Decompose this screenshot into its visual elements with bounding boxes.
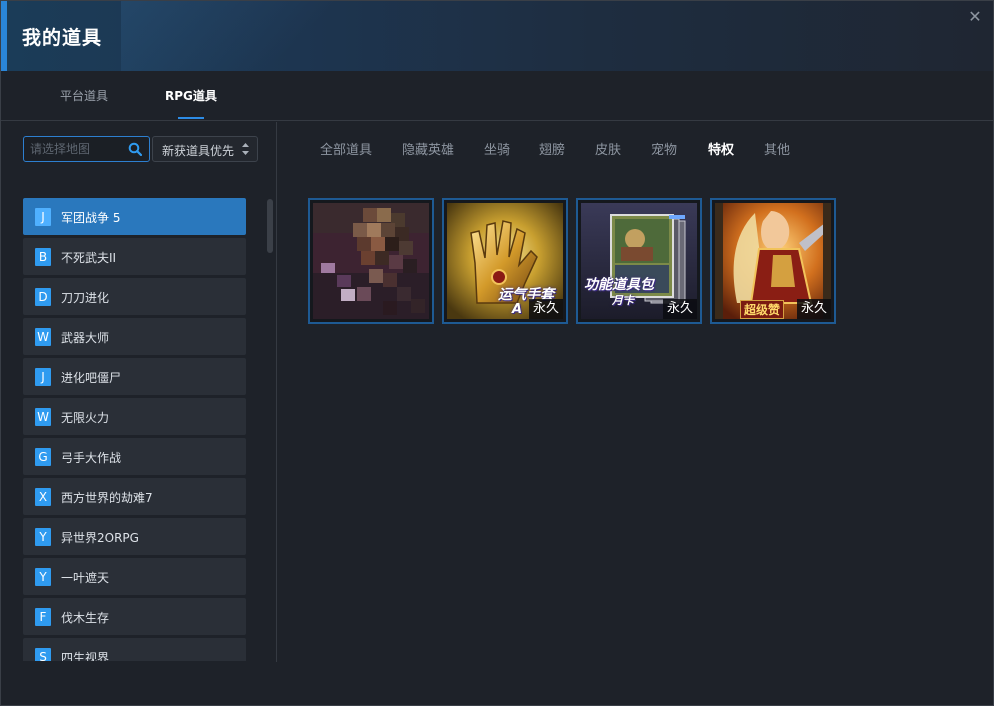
- map-name: 一叶遮天: [61, 571, 110, 585]
- tab-rpg-items[interactable]: RPG道具: [165, 87, 217, 119]
- list-item[interactable]: G 弓手大作战: [23, 438, 246, 475]
- tab-mounts[interactable]: 坐骑: [484, 139, 510, 158]
- item-card[interactable]: 功能道具包 月卡 永久: [576, 198, 702, 324]
- list-item[interactable]: S 四生视界: [23, 638, 246, 661]
- initial-badge: W: [35, 328, 51, 346]
- item-overlay-title: 超级赞: [740, 300, 785, 319]
- map-name: 西方世界的劫难7: [61, 491, 153, 505]
- sort-dropdown[interactable]: 新获道具优先: [152, 136, 258, 162]
- list-item[interactable]: F 伐木生存: [23, 598, 246, 635]
- pixelated-character-image: [313, 203, 429, 319]
- tab-skins[interactable]: 皮肤: [595, 139, 621, 158]
- tab-hidden-heroes[interactable]: 隐藏英雄: [402, 139, 454, 158]
- map-list: J 军团战争 5 B 不死武夫II D 刀刀进化 W 武器大师 J 进化吧僵尸 W 无限火力…: [23, 198, 247, 661]
- tab-others[interactable]: 其他: [764, 139, 790, 158]
- map-name: 武器大师: [61, 331, 110, 345]
- item-card[interactable]: 运气手套 A 永久: [442, 198, 568, 324]
- item-overlay-sub: 月卡: [612, 294, 634, 307]
- map-search-box: [23, 136, 150, 162]
- tab-wings[interactable]: 翅膀: [539, 139, 565, 158]
- list-item[interactable]: D 刀刀进化: [23, 278, 246, 315]
- initial-badge: D: [35, 288, 51, 306]
- tab-pets[interactable]: 宠物: [651, 139, 677, 158]
- map-name: 无限火力: [61, 411, 110, 425]
- my-items-window: 我的道具 ✕ 平台道具 RPG道具 新获道具优先 J 军团战争 5 B 不死武夫II…: [0, 0, 994, 706]
- close-icon[interactable]: ✕: [965, 7, 985, 27]
- window-title: 我的道具: [22, 27, 103, 49]
- duration-badge: 永久: [796, 299, 831, 319]
- item-overlay-title: 功能道具包: [584, 277, 654, 293]
- map-name: 不死武夫II: [61, 251, 117, 265]
- item-card[interactable]: 超级赞 永久: [710, 198, 836, 324]
- window-header: 我的道具 ✕: [1, 1, 993, 71]
- list-item[interactable]: Y 一叶遮天: [23, 558, 246, 595]
- top-tabs: 平台道具 RPG道具: [1, 71, 993, 121]
- item-overlay-sub: A: [512, 302, 523, 317]
- sort-label: 新获道具优先: [162, 144, 235, 158]
- duration-badge: 永久: [662, 299, 697, 319]
- list-item[interactable]: W 无限火力: [23, 398, 246, 435]
- sort-arrows-icon: [242, 143, 249, 155]
- tab-platform-items[interactable]: 平台道具: [60, 87, 108, 104]
- map-name: 四生视界: [61, 651, 110, 661]
- header-accent-bar: [1, 1, 7, 71]
- initial-badge: S: [35, 648, 51, 661]
- initial-badge: G: [35, 448, 51, 466]
- list-item[interactable]: B 不死武夫II: [23, 238, 246, 275]
- list-scrollbar[interactable]: [267, 199, 273, 253]
- header-decoration: [121, 1, 361, 71]
- initial-badge: B: [35, 248, 51, 266]
- initial-badge: W: [35, 408, 51, 426]
- item-card[interactable]: [308, 198, 434, 324]
- initial-badge: Y: [35, 528, 51, 546]
- tab-privileges[interactable]: 特权: [708, 139, 734, 158]
- list-item[interactable]: X 西方世界的劫难7: [23, 478, 246, 515]
- map-name: 刀刀进化: [61, 291, 110, 305]
- list-item[interactable]: J 军团战争 5: [23, 198, 246, 235]
- map-name: 弓手大作战: [61, 451, 122, 465]
- search-icon[interactable]: [128, 142, 142, 156]
- map-list-panel: 新获道具优先 J 军团战争 5 B 不死武夫II D 刀刀进化 W 武器大师 J 进化吧僵…: [1, 122, 277, 662]
- initial-badge: F: [35, 608, 51, 626]
- list-item[interactable]: Y 异世界2ORPG: [23, 518, 246, 555]
- initial-badge: Y: [35, 568, 51, 586]
- search-input[interactable]: [30, 140, 124, 158]
- tab-all-items[interactable]: 全部道具: [320, 139, 372, 158]
- map-name: 进化吧僵尸: [61, 371, 122, 385]
- list-item[interactable]: W 武器大师: [23, 318, 246, 355]
- map-name: 异世界2ORPG: [61, 531, 139, 545]
- initial-badge: J: [35, 208, 51, 226]
- category-tabs: 全部道具 隐藏英雄 坐骑 翅膀 皮肤 宠物 特权 其他: [277, 122, 993, 172]
- initial-badge: X: [35, 488, 51, 506]
- map-name: 伐木生存: [61, 611, 110, 625]
- duration-badge: 永久: [528, 299, 563, 319]
- map-name: 军团战争 5: [61, 211, 121, 225]
- initial-badge: J: [35, 368, 51, 386]
- list-item[interactable]: J 进化吧僵尸: [23, 358, 246, 395]
